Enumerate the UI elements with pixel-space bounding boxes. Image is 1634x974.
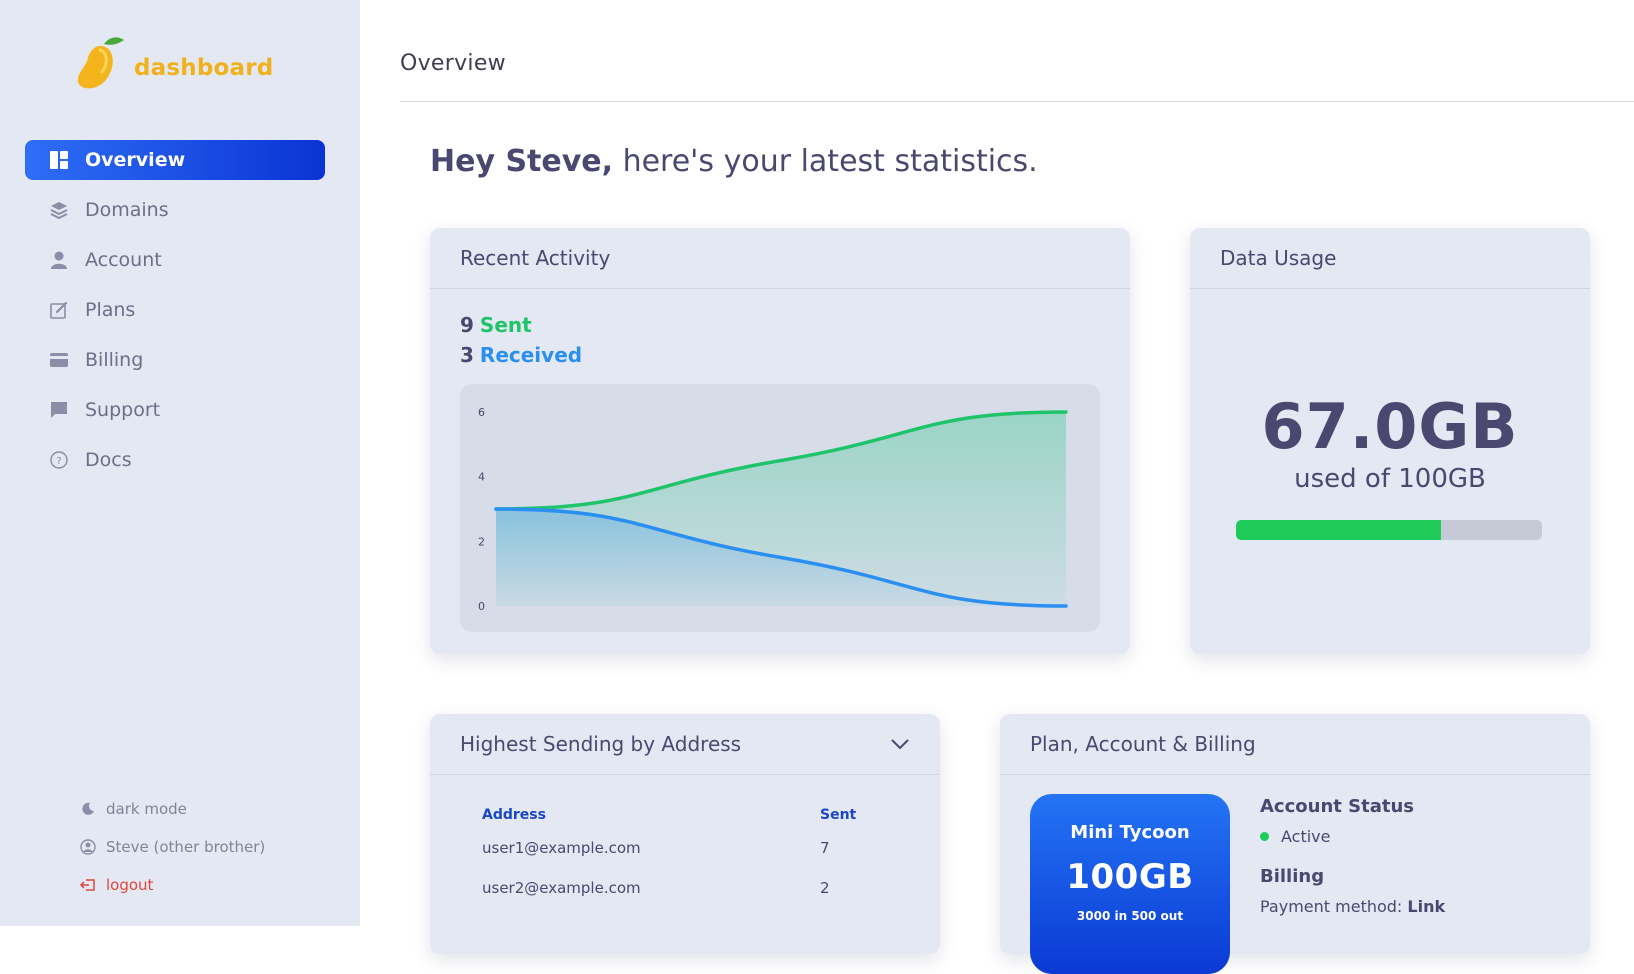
sidebar-item-account[interactable]: Account bbox=[25, 240, 325, 280]
plan-badge[interactable]: Mini Tycoon 100GB 3000 in 500 out bbox=[1030, 794, 1230, 974]
mango-logo-icon bbox=[77, 37, 124, 89]
received-count: 3 bbox=[460, 343, 474, 367]
usage-progress-fill bbox=[1236, 520, 1442, 540]
greeting-text: here's your latest statistics. bbox=[613, 144, 1038, 179]
account-status-label: Account Status bbox=[1260, 796, 1414, 817]
sent-label: Sent bbox=[479, 313, 532, 337]
credit-card-icon bbox=[49, 350, 69, 370]
status-dot-icon bbox=[1260, 832, 1269, 841]
sidebar-item-overview[interactable]: Overview bbox=[25, 140, 325, 180]
card-header: Recent Activity bbox=[430, 228, 1130, 289]
dark-mode-label: dark mode bbox=[106, 800, 187, 818]
edit-icon bbox=[49, 300, 69, 320]
payment-method: Payment method: Link bbox=[1260, 897, 1445, 916]
billing-label: Billing bbox=[1260, 866, 1325, 887]
user-circle-icon bbox=[80, 839, 96, 855]
y-tick-label: 4 bbox=[478, 471, 485, 484]
account-info: Account Status Active Billing Payment me… bbox=[1260, 796, 1445, 916]
greeting: Hey Steve, here's your latest statistics… bbox=[430, 144, 1038, 179]
sent-cell: 7 bbox=[820, 839, 830, 857]
address-cell: user2@example.com bbox=[482, 879, 641, 897]
sent-cell: 2 bbox=[820, 879, 830, 897]
activity-stats: 9 Sent 3 Received bbox=[460, 310, 582, 370]
activity-chart: 0 2 4 6 bbox=[460, 384, 1100, 632]
help-circle-icon: ? bbox=[49, 450, 69, 470]
sidebar-item-support[interactable]: Support bbox=[25, 390, 325, 430]
sent-count: 9 bbox=[460, 313, 474, 337]
status-value: Active bbox=[1281, 827, 1331, 846]
user-icon bbox=[49, 250, 69, 270]
page-title: Overview bbox=[400, 51, 506, 76]
status-badge: Active bbox=[1260, 827, 1445, 846]
svg-text:?: ? bbox=[56, 456, 61, 467]
y-tick-label: 0 bbox=[478, 600, 485, 613]
plan-limit: 3000 in 500 out bbox=[1076, 909, 1184, 923]
sidebar-item-label: Overview bbox=[85, 149, 186, 171]
card-title: Recent Activity bbox=[460, 246, 611, 270]
card-header: Data Usage bbox=[1190, 228, 1590, 289]
sidebar-footer: dark mode Steve (other brother) logout bbox=[80, 790, 265, 904]
top-bar: Overview bbox=[400, 45, 1634, 102]
chat-icon bbox=[49, 400, 69, 420]
activity-chart-svg: 0 2 4 6 bbox=[478, 406, 1068, 613]
recent-activity-card: Recent Activity 9 Sent 3 Received 0 2 4 6 bbox=[430, 228, 1130, 654]
sidebar-item-label: Docs bbox=[85, 449, 132, 471]
usage-amount: 67.0GB bbox=[1261, 390, 1519, 463]
sidebar-item-label: Account bbox=[85, 249, 162, 271]
highest-sending-card: Highest Sending by Address Address Sent … bbox=[430, 714, 940, 954]
sidebar-item-docs[interactable]: ? Docs bbox=[25, 440, 325, 480]
plan-name: Mini Tycoon bbox=[1070, 822, 1190, 843]
plan-billing-card: Plan, Account & Billing Mini Tycoon 100G… bbox=[1000, 714, 1590, 974]
dashboard-grid-icon bbox=[49, 150, 69, 170]
usage-subtitle: used of 100GB bbox=[1294, 464, 1486, 494]
card-header: Plan, Account & Billing bbox=[1000, 714, 1590, 775]
data-usage-card: Data Usage 67.0GB used of 100GB bbox=[1190, 228, 1590, 654]
brand-name: dashboard bbox=[134, 55, 274, 81]
chevron-down-icon[interactable] bbox=[890, 738, 910, 750]
card-title: Highest Sending by Address bbox=[460, 732, 742, 756]
address-cell: user1@example.com bbox=[482, 839, 641, 857]
column-header-sent: Sent bbox=[820, 807, 857, 823]
y-tick-label: 6 bbox=[478, 406, 485, 419]
sidebar-item-domains[interactable]: Domains bbox=[25, 190, 325, 230]
logout-label: logout bbox=[106, 876, 154, 894]
sending-table: Address Sent user1@example.com 7 user2@e… bbox=[482, 802, 902, 908]
sidebar-item-label: Plans bbox=[85, 299, 136, 321]
card-header: Highest Sending by Address bbox=[430, 714, 940, 775]
logout-link[interactable]: logout bbox=[80, 866, 265, 904]
column-header-address: Address bbox=[482, 807, 546, 823]
payment-prefix: Payment method: bbox=[1260, 897, 1408, 916]
sidebar-item-plans[interactable]: Plans bbox=[25, 290, 325, 330]
card-title: Plan, Account & Billing bbox=[1030, 732, 1256, 756]
sidebar-item-label: Billing bbox=[85, 349, 144, 371]
usage-progress-bar bbox=[1236, 520, 1542, 540]
logo[interactable]: dashboard bbox=[74, 34, 273, 90]
payment-value[interactable]: Link bbox=[1407, 897, 1445, 916]
sidebar-nav: Overview Domains Account Plans Billing S… bbox=[25, 140, 325, 490]
layers-icon bbox=[49, 200, 69, 220]
y-tick-label: 2 bbox=[478, 535, 485, 548]
plan-size: 100GB bbox=[1066, 857, 1194, 897]
sidebar-item-label: Domains bbox=[85, 199, 169, 221]
sidebar: dashboard Overview Domains Account Plans bbox=[0, 0, 360, 926]
dark-mode-toggle[interactable]: dark mode bbox=[80, 790, 265, 828]
table-row: user2@example.com 2 bbox=[482, 868, 902, 908]
logout-icon bbox=[80, 877, 96, 893]
user-profile-link[interactable]: Steve (other brother) bbox=[80, 828, 265, 866]
card-title: Data Usage bbox=[1220, 246, 1337, 270]
user-name: Steve (other brother) bbox=[106, 838, 266, 856]
sidebar-item-label: Support bbox=[85, 399, 161, 421]
table-row: user1@example.com 7 bbox=[482, 828, 902, 868]
received-label: Received bbox=[479, 343, 583, 367]
table-header: Address Sent bbox=[482, 802, 902, 828]
greeting-name: Hey Steve, bbox=[430, 144, 614, 179]
sidebar-item-billing[interactable]: Billing bbox=[25, 340, 325, 380]
moon-icon bbox=[80, 801, 96, 817]
